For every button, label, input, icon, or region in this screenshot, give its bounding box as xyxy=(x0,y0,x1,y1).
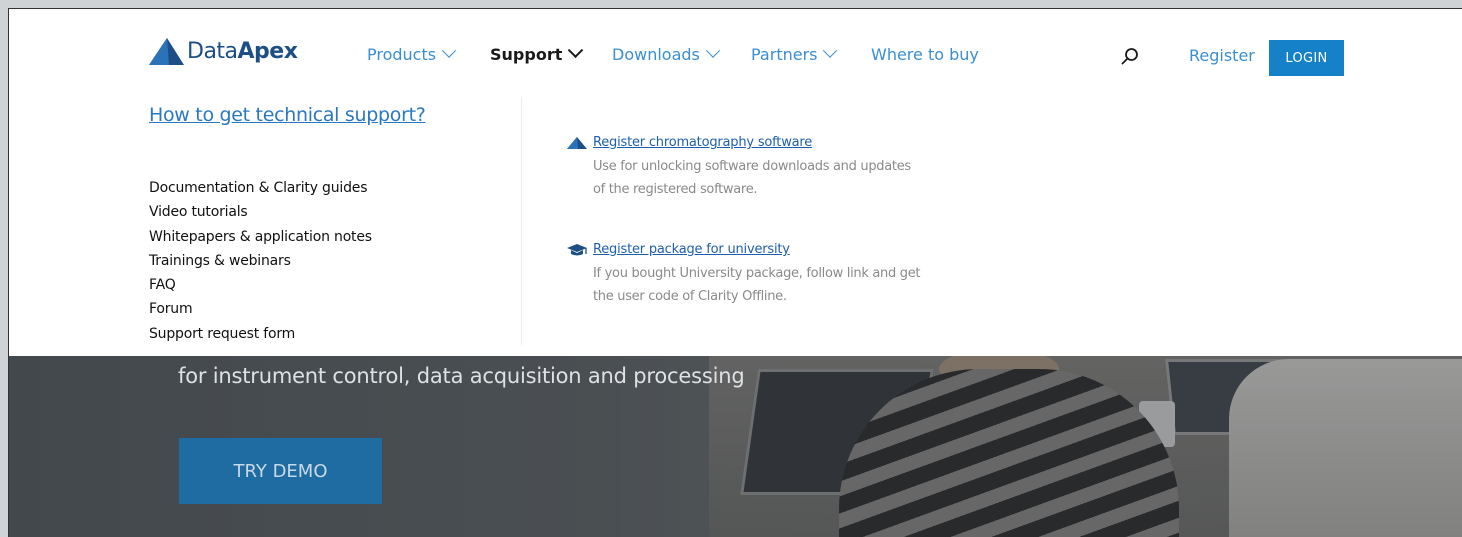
register-software-description: Use for unlocking software downloads and… xyxy=(593,159,911,197)
support-link-faq[interactable]: FAQ xyxy=(149,273,372,297)
try-demo-button[interactable]: TRY DEMO xyxy=(179,438,382,504)
nav-where-to-buy[interactable]: Where to buy xyxy=(871,45,979,64)
support-link-whitepapers[interactable]: Whitepapers & application notes xyxy=(149,225,372,249)
chevron-down-icon xyxy=(568,42,584,59)
nav-downloads-label: Downloads xyxy=(612,45,700,64)
top-navigation: DataApex Products Support Downloads Part… xyxy=(9,9,1462,104)
search-icon[interactable] xyxy=(1121,47,1139,65)
register-university-title: Register package for university xyxy=(593,242,790,257)
support-links-list: Documentation & Clarity guides Video tut… xyxy=(149,176,372,346)
nav-products-label: Products xyxy=(367,45,437,64)
menu-divider xyxy=(521,97,522,345)
nav-partners-label: Partners xyxy=(751,45,818,64)
chevron-down-icon xyxy=(823,43,838,58)
register-software-title: Register chromatography software xyxy=(593,135,813,150)
register-software-link[interactable]: Register chromatography software xyxy=(566,135,923,150)
brand-name: DataApex xyxy=(187,38,298,64)
feature-register-software: Register chromatography software Use for… xyxy=(566,135,923,201)
chevron-down-icon xyxy=(442,43,457,58)
register-link[interactable]: Register xyxy=(1189,46,1255,65)
feature-register-university: Register package for university If you b… xyxy=(566,242,923,308)
nav-downloads[interactable]: Downloads xyxy=(612,43,720,64)
nav-support-label: Support xyxy=(490,45,563,64)
nav-products[interactable]: Products xyxy=(367,43,457,64)
support-link-documentation[interactable]: Documentation & Clarity guides xyxy=(149,176,372,200)
technical-support-heading-link[interactable]: How to get technical support? xyxy=(149,104,426,126)
nav-support[interactable]: Support xyxy=(490,42,584,64)
dataapex-triangle-icon xyxy=(567,136,587,149)
login-button[interactable]: LOGIN xyxy=(1269,40,1344,76)
brand-name-regular: Data xyxy=(187,38,238,64)
graduation-cap-icon xyxy=(567,243,587,255)
dataapex-triangle-logo-icon xyxy=(149,38,184,65)
support-mega-menu: DataApex Products Support Downloads Part… xyxy=(9,9,1462,356)
register-university-description: If you bought University package, follow… xyxy=(593,266,921,304)
support-link-video-tutorials[interactable]: Video tutorials xyxy=(149,200,372,224)
register-university-link[interactable]: Register package for university xyxy=(566,242,923,257)
nav-partners[interactable]: Partners xyxy=(751,43,838,64)
support-link-forum[interactable]: Forum xyxy=(149,297,372,321)
support-link-trainings[interactable]: Trainings & webinars xyxy=(149,249,372,273)
hero-subtitle: for instrument control, data acquisition… xyxy=(178,364,745,388)
browser-viewport: for instrument control, data acquisition… xyxy=(8,8,1462,537)
brand-name-bold: Apex xyxy=(237,38,298,64)
dataapex-logo[interactable]: DataApex xyxy=(147,36,298,66)
nav-where-to-buy-label: Where to buy xyxy=(871,45,979,64)
chevron-down-icon xyxy=(705,43,720,58)
support-link-request-form[interactable]: Support request form xyxy=(149,322,372,346)
